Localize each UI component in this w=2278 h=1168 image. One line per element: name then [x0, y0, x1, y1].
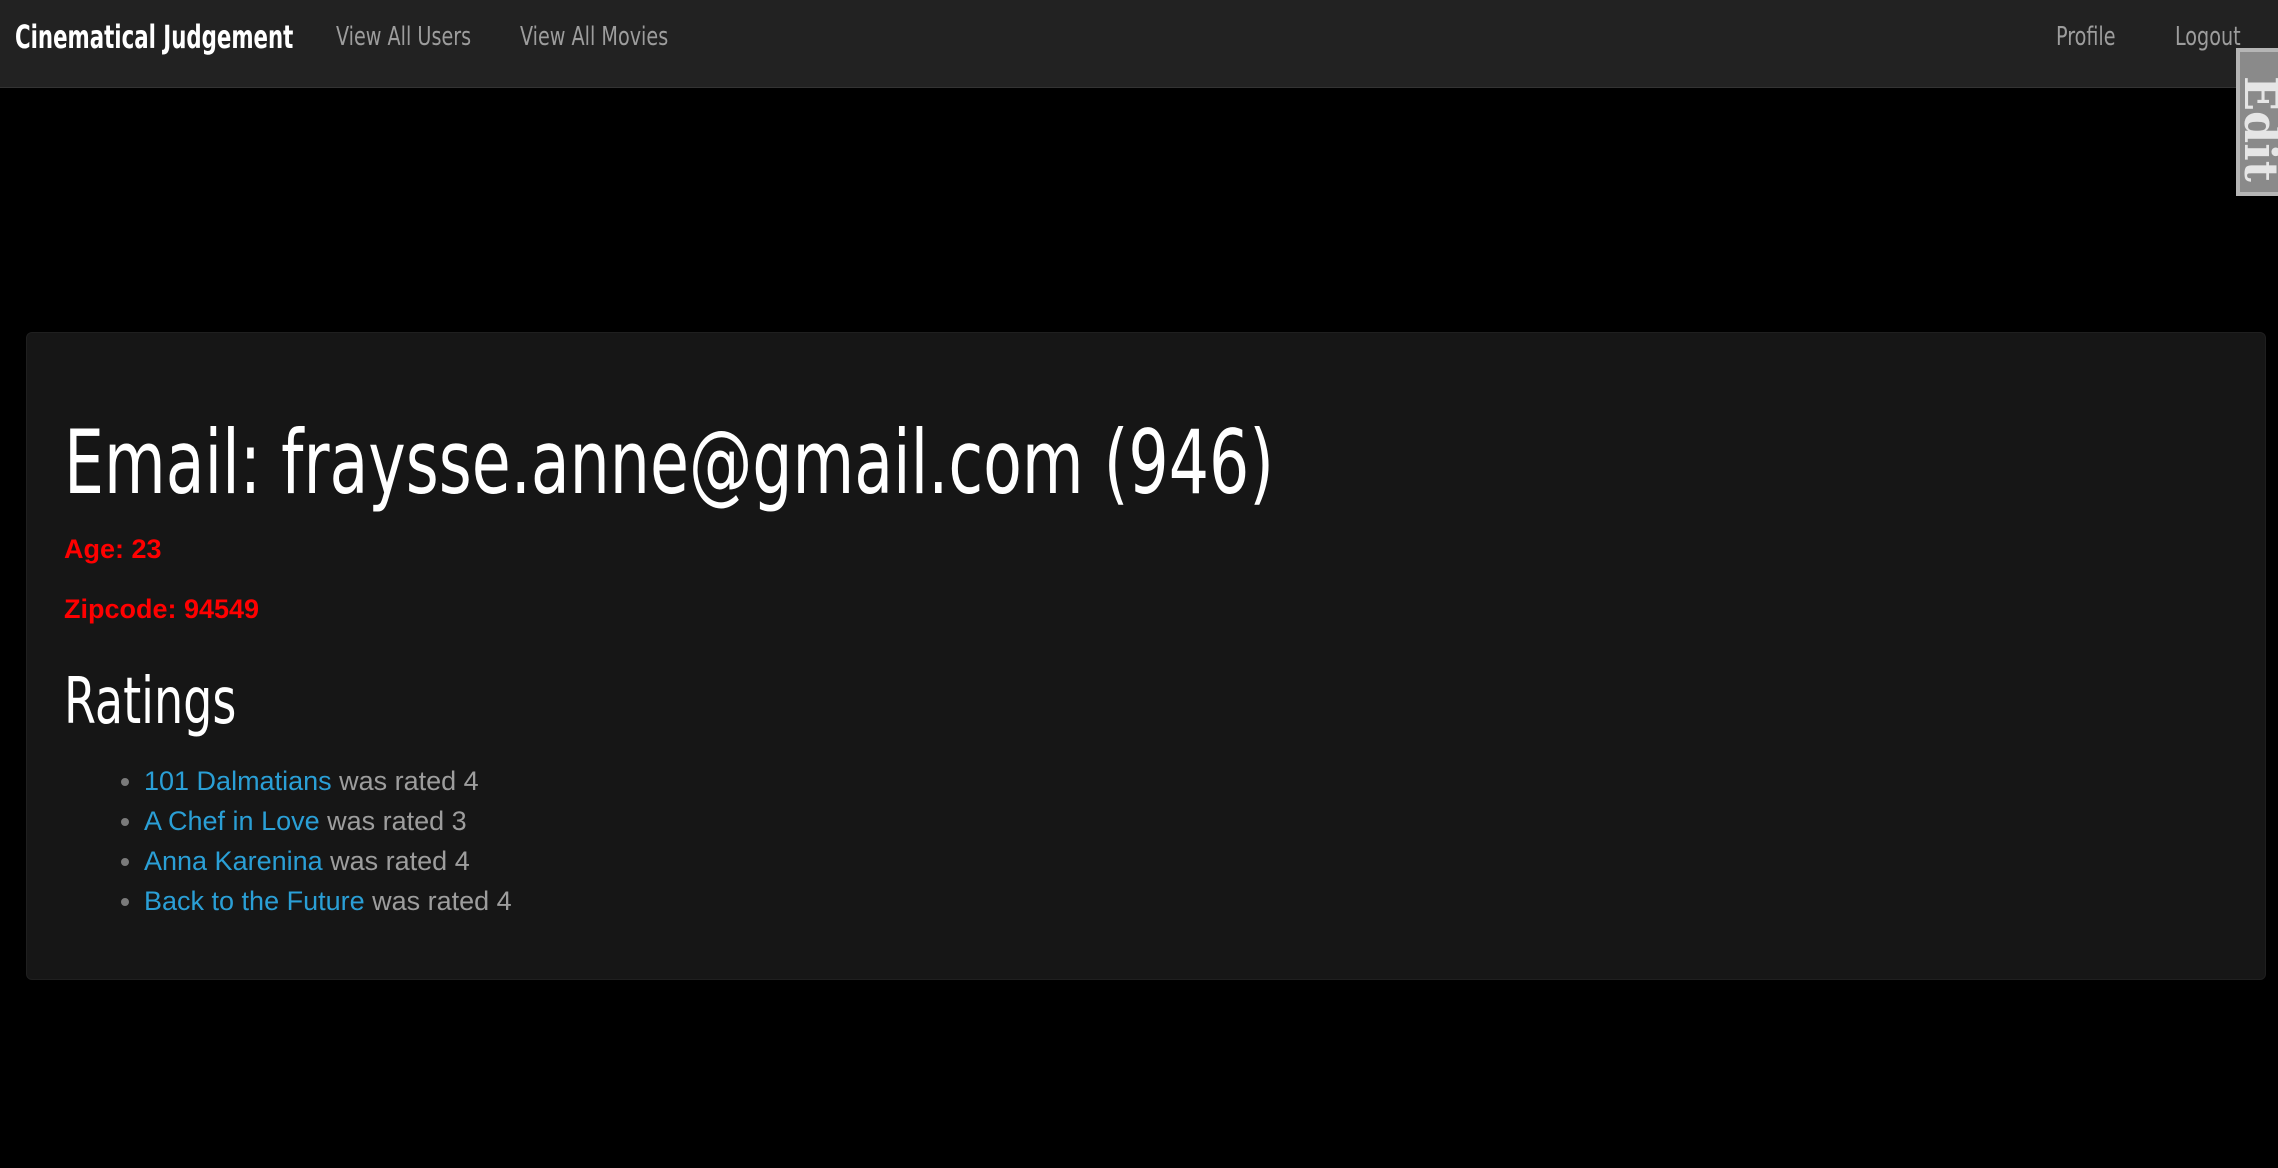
list-item: A Chef in Love was rated 3 — [144, 801, 512, 841]
brand-link[interactable]: Cinematical Judgement — [15, 0, 293, 74]
list-item: Anna Karenina was rated 4 — [144, 841, 512, 881]
edit-tab[interactable]: Edit — [2236, 48, 2278, 196]
ratings-list: 101 Dalmatians was rated 4 A Chef in Lov… — [64, 761, 512, 921]
movie-link[interactable]: A Chef in Love — [144, 806, 320, 836]
rating-text: was rated 4 — [364, 886, 512, 916]
user-age: Age: 23 — [64, 534, 162, 564]
list-item: Back to the Future was rated 4 — [144, 881, 512, 921]
nav-profile[interactable]: Profile — [2056, 0, 2116, 74]
rating-text: was rated 3 — [319, 806, 467, 836]
movie-link[interactable]: Anna Karenina — [144, 846, 323, 876]
user-detail-panel: Email: fraysse.anne@gmail.com (946) Age:… — [26, 332, 2266, 980]
nav-view-all-users[interactable]: View All Users — [336, 0, 471, 74]
movie-link[interactable]: 101 Dalmatians — [144, 766, 332, 796]
rating-text: was rated 4 — [331, 766, 479, 796]
nav-logout[interactable]: Logout — [2175, 0, 2241, 74]
rating-text: was rated 4 — [322, 846, 470, 876]
movie-link[interactable]: Back to the Future — [144, 886, 365, 916]
user-email-heading: Email: fraysse.anne@gmail.com (946) — [64, 411, 1274, 514]
nav-view-all-movies[interactable]: View All Movies — [520, 0, 668, 74]
top-navbar: Cinematical Judgement View All Users Vie… — [0, 0, 2278, 88]
edit-tab-label: Edit — [2236, 76, 2278, 182]
user-zipcode: Zipcode: 94549 — [64, 594, 260, 624]
list-item: 101 Dalmatians was rated 4 — [144, 761, 512, 801]
ratings-heading: Ratings — [64, 665, 237, 739]
